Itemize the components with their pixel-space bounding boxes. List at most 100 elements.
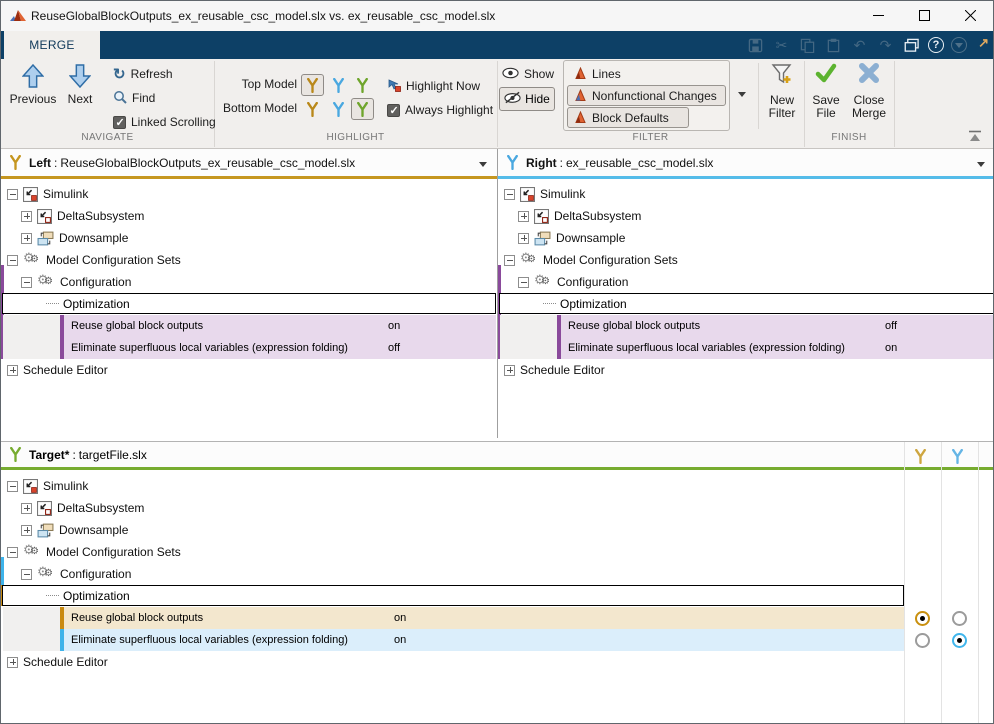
- expand-toggle-icon[interactable]: [21, 211, 32, 222]
- radio-reuse-global-choose-right[interactable]: [952, 611, 967, 626]
- bottom-model-right-highlight-button[interactable]: [327, 98, 350, 120]
- right-node-optimization-selected[interactable]: Optimization: [499, 293, 994, 314]
- target-node-optimization-selected[interactable]: Optimization: [2, 585, 904, 606]
- right-param-row-reuse-global[interactable]: Reuse global block outputs off: [500, 315, 994, 337]
- tab-merge[interactable]: MERGE: [4, 31, 100, 59]
- new-filter-button[interactable]: New Filter: [761, 63, 803, 120]
- maximize-button[interactable]: [901, 1, 947, 30]
- expand-toggle-icon[interactable]: [518, 233, 529, 244]
- top-model-right-highlight-button[interactable]: [327, 74, 350, 96]
- collapse-toggle-icon[interactable]: [518, 277, 529, 288]
- right-node-schedule-editor[interactable]: Schedule Editor: [504, 359, 605, 381]
- collapse-toggle-icon[interactable]: [7, 547, 18, 558]
- right-param-row-eliminate-superfluous[interactable]: Eliminate superfluous local variables (e…: [500, 337, 994, 359]
- target-node-downsample[interactable]: Downsample: [21, 519, 128, 541]
- cut-icon[interactable]: ✂: [772, 36, 791, 55]
- left-param-row-eliminate-superfluous[interactable]: Eliminate superfluous local variables (e…: [3, 337, 496, 359]
- right-node-model-config-sets[interactable]: Model Configuration Sets: [504, 249, 678, 271]
- right-node-deltasubsystem[interactable]: DeltaSubsystem: [518, 205, 641, 227]
- right-node-configuration[interactable]: Configuration: [518, 271, 628, 293]
- hide-filter-button[interactable]: Hide: [499, 87, 555, 111]
- target-node-configuration[interactable]: Configuration: [21, 563, 131, 585]
- expand-toggle-icon[interactable]: [504, 365, 515, 376]
- right-node-simulink[interactable]: Simulink: [504, 183, 585, 205]
- save-file-button[interactable]: Save File: [806, 61, 846, 120]
- save-icon[interactable]: [746, 36, 765, 55]
- left-panel-header[interactable]: Left : ReuseGlobalBlockOutputs_ex_reusab…: [1, 149, 497, 179]
- target-param-row-eliminate-superfluous[interactable]: Eliminate superfluous local variables (e…: [3, 629, 904, 651]
- target-node-schedule-editor[interactable]: Schedule Editor: [7, 651, 108, 673]
- always-highlight-checkbox[interactable]: Always Highlight: [387, 101, 493, 119]
- collapse-toggle-icon[interactable]: [7, 189, 18, 200]
- param-value: on: [394, 612, 406, 624]
- expand-toggle-icon[interactable]: [518, 211, 529, 222]
- right-panel-dropdown-icon[interactable]: [977, 162, 985, 167]
- left-node-schedule-editor[interactable]: Schedule Editor: [7, 359, 108, 381]
- collapse-toggle-icon[interactable]: [21, 277, 32, 288]
- expand-toggle-icon[interactable]: [21, 525, 32, 536]
- filter-lines[interactable]: Lines: [568, 63, 627, 84]
- previous-button[interactable]: Previous: [9, 63, 57, 106]
- expand-toggle-icon[interactable]: [7, 657, 18, 668]
- highlight-now-button[interactable]: Highlight Now: [387, 77, 480, 95]
- left-node-simulink[interactable]: Simulink: [7, 183, 88, 205]
- merge-y-icon: [332, 102, 345, 117]
- radio-eliminate-superfluous-choose-left[interactable]: [915, 633, 930, 648]
- close-merge-button[interactable]: Close Merge: [847, 61, 891, 120]
- collapse-toggle-icon[interactable]: [7, 255, 18, 266]
- linked-scrolling-checkbox[interactable]: Linked Scrolling: [113, 113, 216, 131]
- simulink-model-icon: [574, 89, 587, 102]
- bottom-model-target-highlight-button[interactable]: [351, 98, 374, 120]
- left-node-downsample[interactable]: Downsample: [21, 227, 128, 249]
- show-filter-button[interactable]: Show: [502, 65, 554, 83]
- more-options-icon[interactable]: [951, 37, 967, 53]
- target-node-model-config-sets[interactable]: Model Configuration Sets: [7, 541, 181, 563]
- filter-nonfunctional-changes[interactable]: Nonfunctional Changes: [567, 85, 726, 106]
- expand-toggle-icon[interactable]: [21, 503, 32, 514]
- target-param-row-reuse-global[interactable]: Reuse global block outputs on: [3, 607, 904, 629]
- left-panel-dropdown-icon[interactable]: [479, 162, 487, 167]
- left-choice-column-icon: [914, 449, 927, 464]
- ribbon-separator: [894, 61, 895, 147]
- target-panel-header[interactable]: Target* : targetFile.slx: [1, 442, 994, 470]
- top-model-target-highlight-button[interactable]: [351, 74, 374, 96]
- close-button[interactable]: [947, 1, 993, 30]
- left-node-optimization-selected[interactable]: Optimization: [2, 293, 496, 314]
- quick-access-toolbar: ✂ ↶ ↷ ?: [746, 33, 967, 57]
- left-merge-y-icon: [9, 155, 22, 170]
- collapse-toggle-icon[interactable]: [21, 569, 32, 580]
- left-node-configuration[interactable]: Configuration: [21, 271, 131, 293]
- minimize-button[interactable]: [855, 1, 901, 30]
- expand-toggle-icon[interactable]: [7, 365, 18, 376]
- undock-icon[interactable]: ↗: [978, 35, 989, 51]
- filter-block-defaults[interactable]: Block Defaults: [567, 107, 689, 128]
- collapse-toggle-icon[interactable]: [504, 255, 515, 266]
- paste-icon[interactable]: [824, 36, 843, 55]
- right-node-downsample[interactable]: Downsample: [518, 227, 625, 249]
- bottom-model-left-highlight-button[interactable]: [301, 98, 324, 120]
- redo-icon[interactable]: ↷: [876, 36, 895, 55]
- filter-dropdown-icon[interactable]: [738, 92, 746, 97]
- left-param-row-reuse-global[interactable]: Reuse global block outputs on: [3, 315, 496, 337]
- expand-toggle-icon[interactable]: [21, 233, 32, 244]
- window-layout-icon[interactable]: [902, 36, 921, 55]
- copy-icon[interactable]: [798, 36, 817, 55]
- top-model-left-highlight-button[interactable]: [301, 74, 324, 96]
- find-button[interactable]: Find: [113, 89, 155, 107]
- target-node-deltasubsystem[interactable]: DeltaSubsystem: [21, 497, 144, 519]
- collapse-ribbon-button[interactable]: [967, 130, 985, 144]
- collapse-toggle-icon[interactable]: [504, 189, 515, 200]
- radio-reuse-global-choose-left-selected[interactable]: [915, 611, 930, 626]
- undo-icon[interactable]: ↶: [850, 36, 869, 55]
- right-panel-header[interactable]: Right : ex_reusable_csc_model.slx: [498, 149, 994, 179]
- left-node-deltasubsystem[interactable]: DeltaSubsystem: [21, 205, 144, 227]
- choice-column-separator: [941, 442, 942, 724]
- next-button[interactable]: Next: [61, 63, 99, 106]
- left-node-model-config-sets[interactable]: Model Configuration Sets: [7, 249, 181, 271]
- help-icon[interactable]: ?: [928, 37, 944, 53]
- refresh-button[interactable]: ↻ Refresh: [113, 65, 173, 83]
- arrow-up-icon: [22, 63, 44, 89]
- radio-eliminate-superfluous-choose-right-selected[interactable]: [952, 633, 967, 648]
- target-node-simulink[interactable]: Simulink: [7, 475, 88, 497]
- collapse-toggle-icon[interactable]: [7, 481, 18, 492]
